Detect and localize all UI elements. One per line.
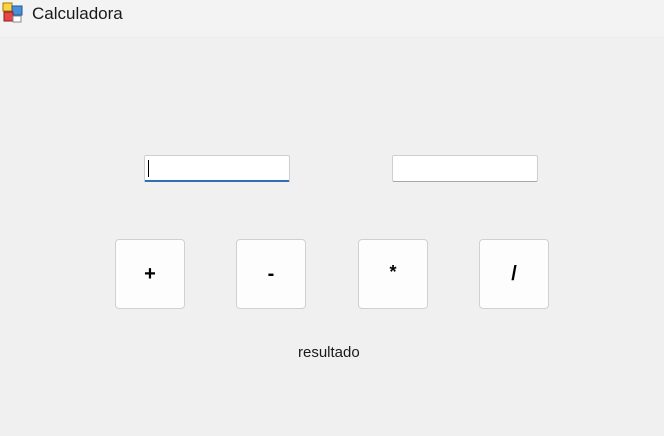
app-icon <box>2 2 24 24</box>
result-label: resultado <box>298 344 360 361</box>
title-bar: Calculadora <box>0 0 664 38</box>
divide-button[interactable]: / <box>479 239 549 309</box>
text-caret <box>148 160 149 177</box>
window-title: Calculadora <box>32 4 123 23</box>
multiply-button[interactable]: * <box>358 239 428 309</box>
subtract-button[interactable]: - <box>236 239 306 309</box>
second-number-input[interactable] <box>392 155 538 182</box>
first-number-input[interactable] <box>144 155 290 182</box>
calculator-window: Calculadora + - * / resultado <box>0 0 664 436</box>
add-button[interactable]: + <box>115 239 185 309</box>
